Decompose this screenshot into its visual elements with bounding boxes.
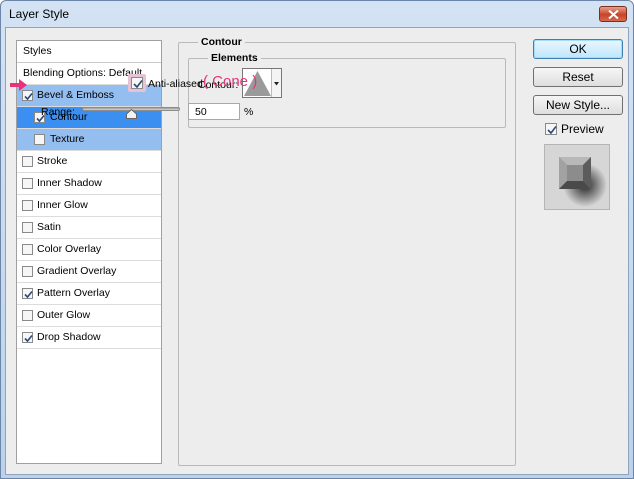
close-button[interactable] bbox=[599, 6, 627, 22]
reset-button[interactable]: Reset bbox=[533, 67, 623, 87]
preview-checkbox[interactable] bbox=[545, 123, 557, 135]
list-item-label: Inner Shadow bbox=[37, 177, 102, 189]
elements-group-title: Elements bbox=[208, 52, 261, 64]
dropdown-arrow-icon bbox=[274, 82, 279, 86]
preview-label: Preview bbox=[561, 122, 604, 136]
blending-options-label: Blending Options: Default bbox=[23, 67, 143, 79]
list-item-label: Outer Glow bbox=[37, 309, 91, 321]
list-item-label: Color Overlay bbox=[37, 243, 102, 255]
checkmark-icon bbox=[24, 290, 33, 299]
checkbox-texture[interactable] bbox=[34, 134, 45, 145]
list-item-gradient-overlay[interactable]: Gradient Overlay bbox=[17, 261, 161, 283]
list-item-satin[interactable]: Satin bbox=[17, 217, 161, 239]
checkmark-icon bbox=[133, 80, 143, 89]
close-icon bbox=[608, 10, 619, 19]
list-item-label: Gradient Overlay bbox=[37, 265, 117, 277]
checkmark-icon bbox=[547, 126, 557, 135]
list-item-texture[interactable]: Texture bbox=[17, 129, 161, 151]
ok-button[interactable]: OK bbox=[533, 39, 623, 59]
list-item-inner-glow[interactable]: Inner Glow bbox=[17, 195, 161, 217]
anti-aliased-highlight bbox=[128, 74, 146, 92]
preview-swatch bbox=[559, 157, 607, 207]
contour-group-title: Contour bbox=[198, 36, 245, 48]
layer-style-dialog: Layer Style Styles Blending Options: Def… bbox=[0, 0, 634, 479]
range-unit: % bbox=[244, 106, 254, 118]
new-style-button[interactable]: New Style... bbox=[533, 95, 623, 115]
list-item-outer-glow[interactable]: Outer Glow bbox=[17, 305, 161, 327]
checkbox-inner-shadow[interactable] bbox=[22, 178, 33, 189]
list-item-label: Bevel & Emboss bbox=[37, 89, 115, 101]
window-title: Layer Style bbox=[9, 7, 70, 21]
checkmark-icon bbox=[24, 334, 33, 343]
list-item-label: Texture bbox=[50, 133, 85, 145]
list-item-label: Drop Shadow bbox=[37, 331, 101, 343]
list-item-drop-shadow[interactable]: Drop Shadow bbox=[17, 327, 161, 349]
checkbox-inner-glow[interactable] bbox=[22, 200, 33, 211]
list-item-stroke[interactable]: Stroke bbox=[17, 151, 161, 173]
range-input[interactable]: 50 bbox=[188, 103, 240, 120]
slider-thumb-icon[interactable] bbox=[125, 109, 137, 119]
checkbox-gradient-overlay[interactable] bbox=[22, 266, 33, 277]
range-label: Range: bbox=[41, 106, 75, 118]
checkbox-color-overlay[interactable] bbox=[22, 244, 33, 255]
title-bar[interactable]: Layer Style bbox=[1, 1, 633, 27]
list-item-color-overlay[interactable]: Color Overlay bbox=[17, 239, 161, 261]
list-item-pattern-overlay[interactable]: Pattern Overlay bbox=[17, 283, 161, 305]
contour-dropdown[interactable] bbox=[271, 69, 281, 97]
styles-header[interactable]: Styles bbox=[17, 41, 161, 63]
checkbox-drop-shadow[interactable] bbox=[22, 332, 33, 343]
list-item-label: Satin bbox=[37, 221, 61, 233]
list-item-label: Inner Glow bbox=[37, 199, 88, 211]
anti-aliased-checkbox[interactable] bbox=[131, 77, 143, 89]
checkbox-satin[interactable] bbox=[22, 222, 33, 233]
dialog-body: Styles Blending Options: Default Bevel &… bbox=[5, 27, 629, 475]
list-item-label: Pattern Overlay bbox=[37, 287, 110, 299]
styles-header-label: Styles bbox=[23, 45, 52, 57]
pointer-arrow-icon bbox=[10, 79, 27, 91]
list-item-inner-shadow[interactable]: Inner Shadow bbox=[17, 173, 161, 195]
styles-list: Styles Blending Options: Default Bevel &… bbox=[16, 40, 162, 464]
anti-aliased-label: Anti-aliased bbox=[148, 78, 203, 90]
checkmark-icon bbox=[24, 92, 33, 101]
checkbox-outer-glow[interactable] bbox=[22, 310, 33, 321]
checkbox-stroke[interactable] bbox=[22, 156, 33, 167]
style-preview-thumbnail bbox=[544, 144, 610, 210]
cone-annotation: ( Cone ) bbox=[203, 73, 258, 90]
list-item-label: Stroke bbox=[37, 155, 68, 167]
checkbox-pattern-overlay[interactable] bbox=[22, 288, 33, 299]
